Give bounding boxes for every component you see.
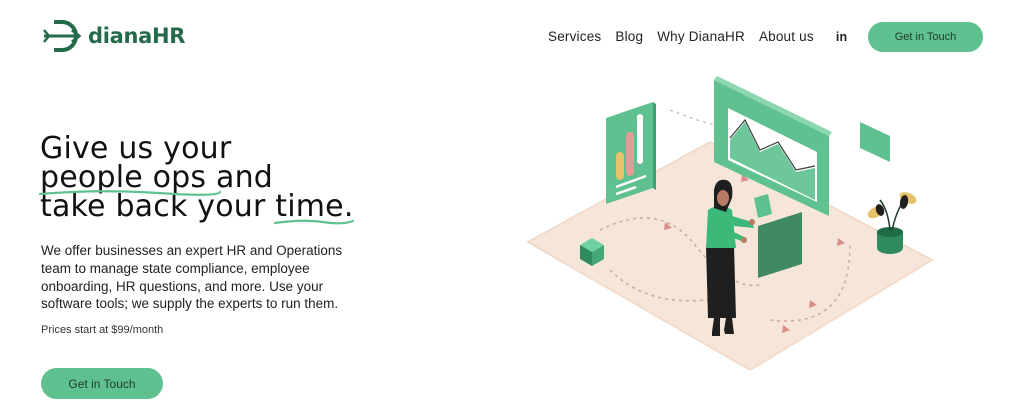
- nav-item-blog[interactable]: Blog: [615, 29, 643, 44]
- headline-underlined-people-ops: people ops: [38, 163, 222, 196]
- underline-squiggle-2: [274, 219, 355, 225]
- pricing-note: Prices start at $99/month: [41, 324, 164, 336]
- underline-squiggle: [38, 190, 222, 196]
- headline-underlined-time: time.: [274, 192, 355, 225]
- linkedin-icon[interactable]: in: [836, 30, 848, 44]
- logo[interactable]: dianaHR: [42, 17, 185, 55]
- header-get-in-touch-button[interactable]: Get in Touch: [868, 22, 983, 52]
- nav-item-services[interactable]: Services: [548, 29, 601, 44]
- hero-headline: Give us your people ops and take back yo…: [38, 134, 355, 225]
- nav-item-why-dianahr[interactable]: Why DianaHR: [657, 29, 745, 44]
- brand-name: dianaHR: [88, 24, 186, 48]
- main-nav: Services Blog Why DianaHR About us in: [548, 29, 847, 44]
- hero-get-in-touch-button[interactable]: Get in Touch: [41, 368, 163, 399]
- hero-description: We offer businesses an expert HR and Ope…: [41, 243, 343, 312]
- arrow-d-logo-icon: [43, 20, 82, 52]
- floating-card: [860, 122, 890, 162]
- nav-item-about-us[interactable]: About us: [759, 29, 814, 44]
- hero-illustration: [525, 76, 935, 372]
